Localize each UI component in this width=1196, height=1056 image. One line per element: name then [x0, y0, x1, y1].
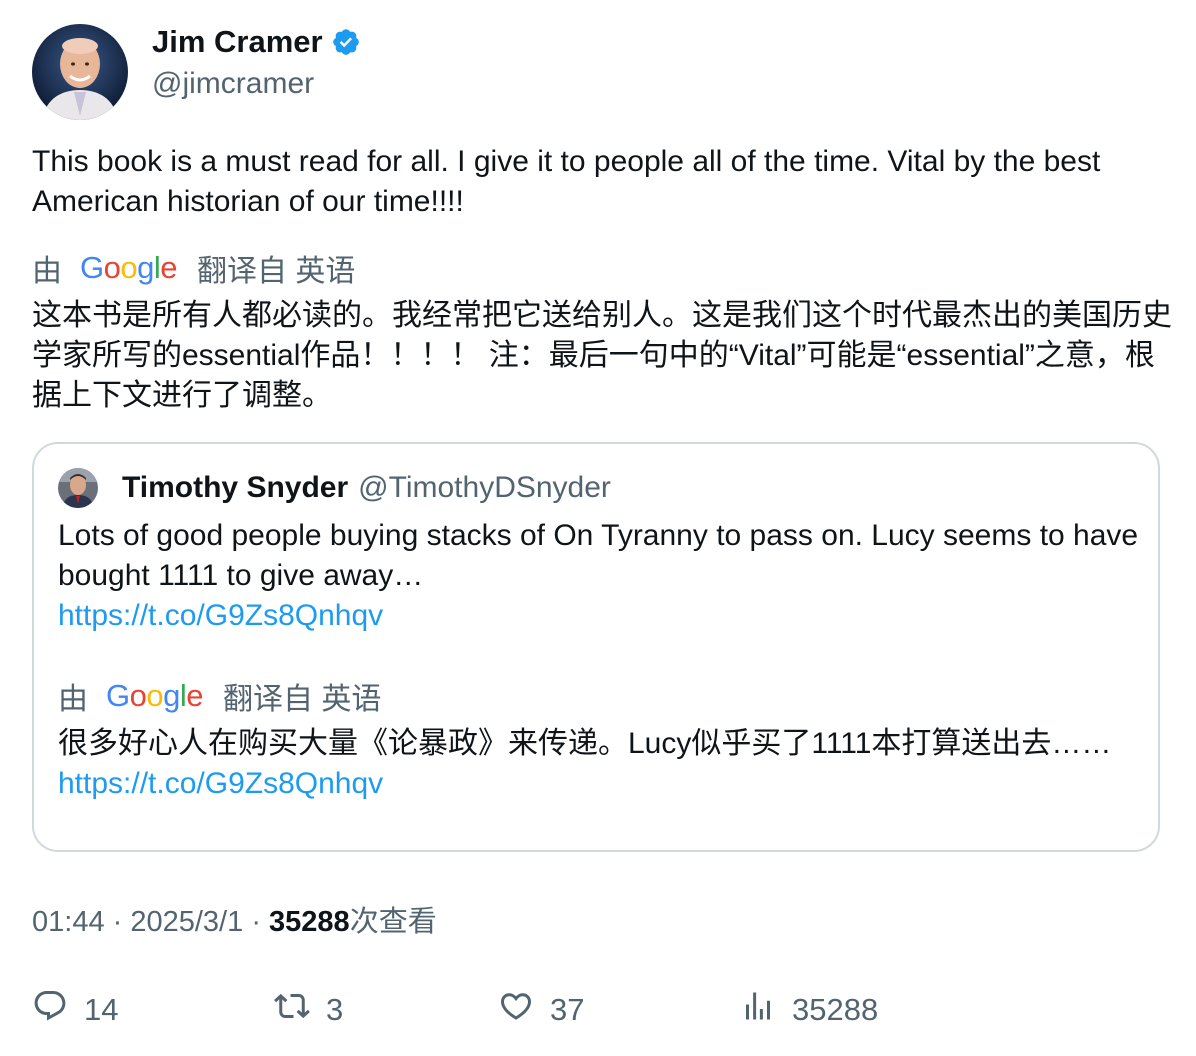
analytics-icon	[740, 988, 776, 1032]
tweet-text: This book is a must read for all. I give…	[32, 145, 1101, 218]
quoted-tweet-text: Lots of good people buying stacks of On …	[58, 516, 1148, 636]
quoted-author-avatar[interactable]	[58, 468, 98, 508]
author-display-name[interactable]: Jim Cramer	[152, 24, 323, 60]
quoted-translated-by-label: 由	[58, 683, 88, 716]
quoted-translated-link[interactable]: https://t.co/G9Zs8Qnhqv	[58, 767, 383, 800]
tweet: Jim Cramer @jimcramer This book is a mus…	[0, 0, 1196, 1056]
tweet-date[interactable]: 2025/3/1	[130, 906, 243, 938]
verified-badge-icon[interactable]	[331, 27, 361, 57]
translated-tweet-text: 这本书是所有人都必读的。我经常把它送给别人。这是我们这个时代最杰出的美国历史学家…	[32, 299, 1172, 412]
reply-button[interactable]: 14	[32, 988, 118, 1032]
tweet-header: Jim Cramer @jimcramer	[32, 24, 361, 120]
retweet-icon	[274, 988, 310, 1032]
quoted-translated-body: 很多好心人在购买大量《论暴政》来传递。Lucy似乎买了1111本打算送出去……	[58, 727, 1112, 760]
translated-by-label: 由	[32, 255, 62, 288]
quoted-tweet-link[interactable]: https://t.co/G9Zs8Qnhqv	[58, 599, 383, 632]
name-row: Jim Cramer	[152, 24, 361, 60]
author-names: Jim Cramer @jimcramer	[152, 24, 361, 104]
quoted-tweet-header: Timothy Snyder @TimothyDSnyder	[58, 468, 611, 508]
tweet-time[interactable]: 01:44	[32, 906, 105, 938]
reply-icon	[32, 988, 68, 1032]
quoted-tweet-body: Lots of good people buying stacks of On …	[58, 519, 1139, 592]
meta-separator: ·	[251, 906, 270, 938]
google-logo: Google	[80, 250, 178, 285]
quoted-tweet[interactable]: Timothy Snyder @TimothyDSnyder Lots of g…	[32, 442, 1160, 852]
translated-from-label: 翻译自 英语	[197, 255, 356, 288]
author-avatar[interactable]	[32, 24, 128, 120]
like-count: 37	[550, 992, 585, 1027]
views-button[interactable]: 35288	[740, 988, 878, 1032]
views-action-count: 35288	[792, 992, 879, 1027]
quoted-google-logo: Google	[106, 678, 204, 713]
translation-header: 由 Google 翻译自 英语	[32, 248, 355, 288]
reply-count: 14	[84, 992, 119, 1027]
tweet-meta: 01:44 · 2025/3/1 · 35288次查看	[32, 902, 437, 942]
quoted-author-handle[interactable]: @TimothyDSnyder	[358, 471, 611, 505]
action-bar: 14 3 37 35288	[32, 988, 1162, 1032]
heart-icon	[498, 988, 534, 1032]
retweet-count: 3	[326, 992, 344, 1027]
quoted-translated-text: 很多好心人在购买大量《论暴政》来传递。Lucy似乎买了1111本打算送出去…… …	[58, 724, 1148, 804]
views-label: 次查看	[349, 906, 437, 938]
quoted-translated-from-label: 翻译自 英语	[223, 683, 382, 716]
meta-separator: ·	[112, 906, 131, 938]
views-count: 35288	[269, 906, 350, 938]
like-button[interactable]: 37	[498, 988, 584, 1032]
quoted-author-name[interactable]: Timothy Snyder	[122, 471, 348, 505]
quoted-translation-header: 由 Google 翻译自 英语	[58, 676, 381, 716]
author-handle[interactable]: @jimcramer	[152, 64, 361, 104]
retweet-button[interactable]: 3	[274, 988, 343, 1032]
